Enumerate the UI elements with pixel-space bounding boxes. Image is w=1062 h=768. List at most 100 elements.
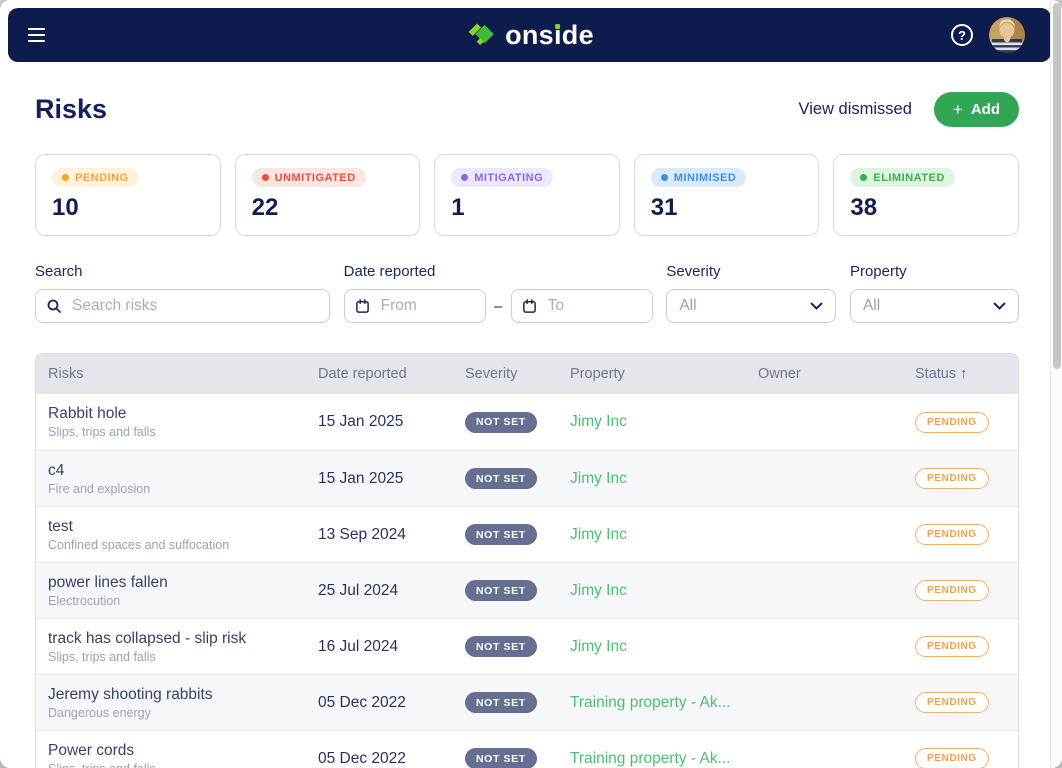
risk-category: Slips, trips and falls [48,425,318,439]
table-row[interactable]: track has collapsed - slip risk Slips, t… [36,618,1018,674]
risk-category: Electrocution [48,594,318,608]
severity-select-value: All [679,297,696,315]
severity-select[interactable]: All [666,289,836,323]
app-window: onsıde ? [0,0,1062,768]
status-badge: PENDING [915,692,989,713]
stat-card[interactable]: ELIMINATED 38 [833,154,1019,236]
table-row[interactable]: Jeremy shooting rabbits Dangerous energy… [36,674,1018,730]
risk-date-reported: 15 Jan 2025 [318,413,465,431]
severity-badge: NOT SET [465,748,537,768]
stat-badge: ELIMINATED [850,168,954,187]
stat-badge: PENDING [52,168,139,187]
risk-date-reported: 13 Sep 2024 [318,526,465,544]
risk-category: Slips, trips and falls [48,650,318,664]
table-header: Risks Date reported Severity Property Ow… [36,354,1018,394]
view-dismissed-link[interactable]: View dismissed [798,100,911,119]
severity-label: Severity [666,263,836,280]
search-icon [46,298,62,314]
brand-text: onsıde [505,22,594,49]
navbar-actions: ? [951,17,1025,53]
column-header-date-reported[interactable]: Date reported [318,366,465,382]
stat-label: MITIGATING [474,172,543,184]
risk-name: power lines fallen [48,574,318,592]
risk-category: Fire and explosion [48,482,318,496]
avatar[interactable] [989,17,1025,53]
risk-date-reported: 25 Jul 2024 [318,582,465,600]
status-badge: PENDING [915,580,989,601]
column-header-severity[interactable]: Severity [465,366,570,382]
scrollbar-thumb[interactable] [1053,3,1061,369]
risk-date-reported: 16 Jul 2024 [318,638,465,656]
column-header-risks[interactable]: Risks [48,366,318,382]
status-dot-icon [461,174,468,181]
status-badge: PENDING [915,524,989,545]
property-label: Property [850,263,1019,280]
table-row[interactable]: c4 Fire and explosion 15 Jan 2025 NOT SE… [36,450,1018,506]
property-link[interactable]: Training property - Ak... [570,694,731,711]
property-link[interactable]: Jimy Inc [570,470,627,487]
table-row[interactable]: Power cords Slips, trips and falls 05 De… [36,730,1018,768]
status-dot-icon [860,174,867,181]
stat-value: 38 [850,194,1002,222]
property-link[interactable]: Training property - Ak... [570,750,731,767]
status-badge: PENDING [915,412,989,433]
search-input[interactable] [35,289,330,323]
status-badge: PENDING [915,748,989,768]
stat-card[interactable]: UNMITIGATED 22 [235,154,421,236]
property-select[interactable]: All [850,289,1019,323]
risk-name: Rabbit hole [48,405,318,423]
calendar-icon [522,299,537,314]
page-header: Risks View dismissed + Add [35,92,1019,127]
risk-date-reported: 05 Dec 2022 [318,694,465,712]
property-link[interactable]: Jimy Inc [570,638,627,655]
add-button-label: Add [971,101,1000,118]
stat-value: 22 [252,194,404,222]
risks-table: Risks Date reported Severity Property Ow… [35,353,1019,768]
severity-badge: NOT SET [465,524,537,545]
column-header-status[interactable]: Status↑ [915,366,1018,382]
property-link[interactable]: Jimy Inc [570,413,627,430]
property-select-value: All [863,297,880,315]
risk-date-reported: 15 Jan 2025 [318,470,465,488]
help-icon[interactable]: ? [951,24,973,46]
status-dot-icon [262,174,269,181]
column-header-owner[interactable]: Owner [758,366,915,382]
risk-name: Power cords [48,742,318,760]
risk-name: test [48,518,318,536]
stat-card[interactable]: MINIMISED 31 [634,154,820,236]
add-button[interactable]: + Add [934,92,1019,127]
table-row[interactable]: power lines fallen Electrocution 25 Jul … [36,562,1018,618]
table-row[interactable]: test Confined spaces and suffocation 13 … [36,506,1018,562]
status-badge: PENDING [915,468,989,489]
page-content: Risks View dismissed + Add PENDING 10 [0,62,1050,768]
stat-badge: UNMITIGATED [252,168,366,187]
risk-name: Jeremy shooting rabbits [48,686,318,704]
stat-label: UNMITIGATED [275,172,356,184]
chevron-down-icon [810,302,823,311]
stat-card[interactable]: PENDING 10 [35,154,221,236]
page-title: Risks [35,94,107,125]
top-navbar: onsıde ? [8,8,1051,62]
brand-logo[interactable]: onsıde [465,20,594,50]
status-summary-cards: PENDING 10 UNMITIGATED 22 MITIGATING 1 [35,154,1019,236]
status-dot-icon [661,174,668,181]
severity-badge: NOT SET [465,412,537,433]
severity-badge: NOT SET [465,692,537,713]
risk-category: Confined spaces and suffocation [48,538,318,552]
table-row[interactable]: Rabbit hole Slips, trips and falls 15 Ja… [36,394,1018,450]
property-link[interactable]: Jimy Inc [570,582,627,599]
stat-badge: MITIGATING [451,168,553,187]
scrollbar[interactable] [1050,0,1062,768]
menu-icon[interactable] [24,24,49,47]
stat-label: ELIMINATED [873,172,944,184]
date-reported-label: Date reported [344,263,653,280]
stat-card[interactable]: MITIGATING 1 [434,154,620,236]
stat-value: 10 [52,194,204,222]
severity-badge: NOT SET [465,468,537,489]
column-header-property[interactable]: Property [570,366,758,382]
risk-date-reported: 05 Dec 2022 [318,750,465,768]
risk-name: c4 [48,462,318,480]
date-range-dash: – [486,298,511,315]
status-dot-icon [62,174,69,181]
property-link[interactable]: Jimy Inc [570,526,627,543]
